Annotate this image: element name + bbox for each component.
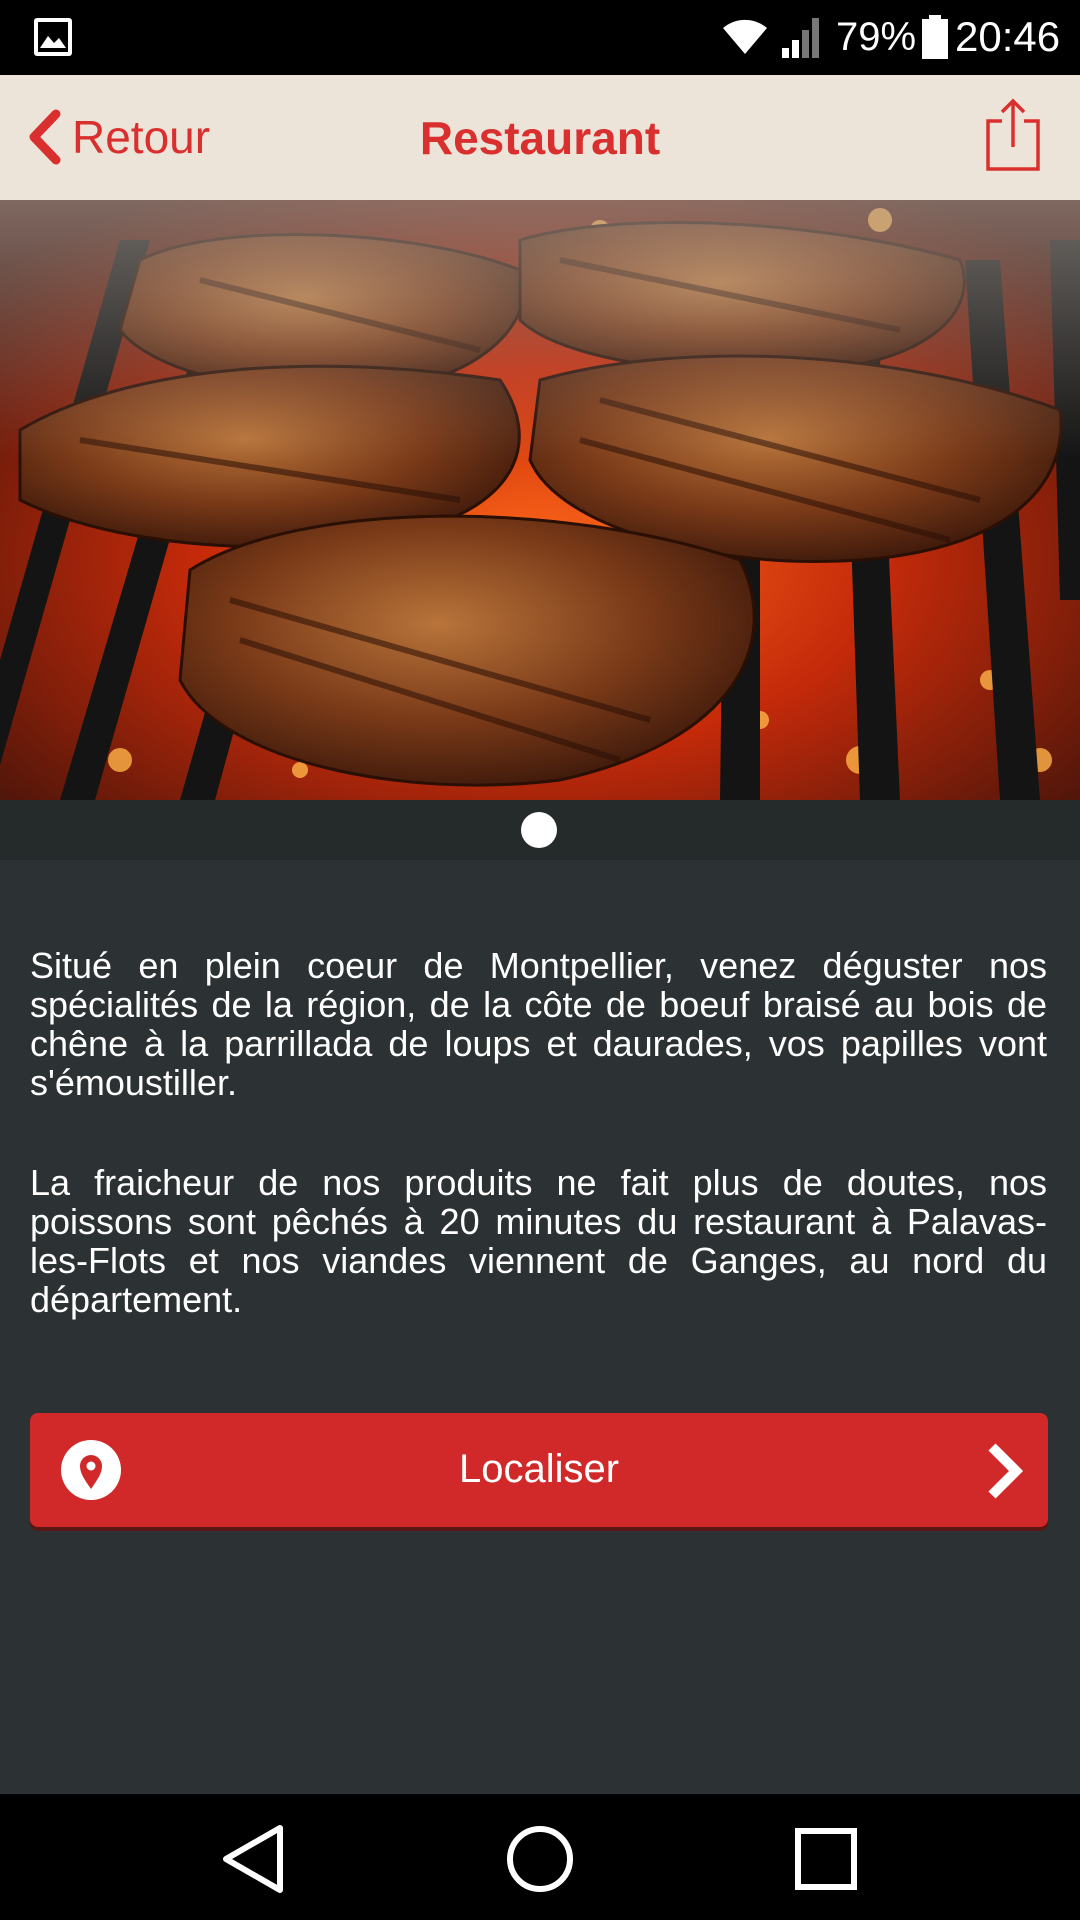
locate-button[interactable]: Localiser [30,1413,1048,1527]
grilled-meat-photo [0,200,1080,800]
pager-dot-active[interactable] [521,812,557,848]
system-nav-bar [0,1794,1080,1920]
image-pager [0,800,1080,860]
chevron-right-icon [988,1443,1024,1499]
signal-icon [782,18,819,58]
home-circle-icon[interactable] [504,1822,576,1896]
page-title: Restaurant [419,112,661,164]
share-icon[interactable] [984,97,1042,173]
recents-square-icon[interactable] [790,1822,862,1896]
locate-button-label: Localiser [458,1447,620,1491]
gallery-icon [34,18,72,56]
wifi-icon [723,19,767,54]
status-bar: 79% 20:46 [0,0,1080,75]
status-clock: 20:46 [955,13,1061,60]
battery-percentage: 79% [836,15,917,59]
description-paragraph: Situé en plein coeur de Montpellier, ven… [30,945,1047,1103]
battery-icon [922,15,948,59]
hero-image[interactable] [0,200,1080,800]
back-triangle-icon[interactable] [218,1822,290,1896]
header-bar: Retour Restaurant [0,75,1080,200]
description-paragraph: La fraicheur de nos produits ne fait plu… [30,1162,1047,1320]
